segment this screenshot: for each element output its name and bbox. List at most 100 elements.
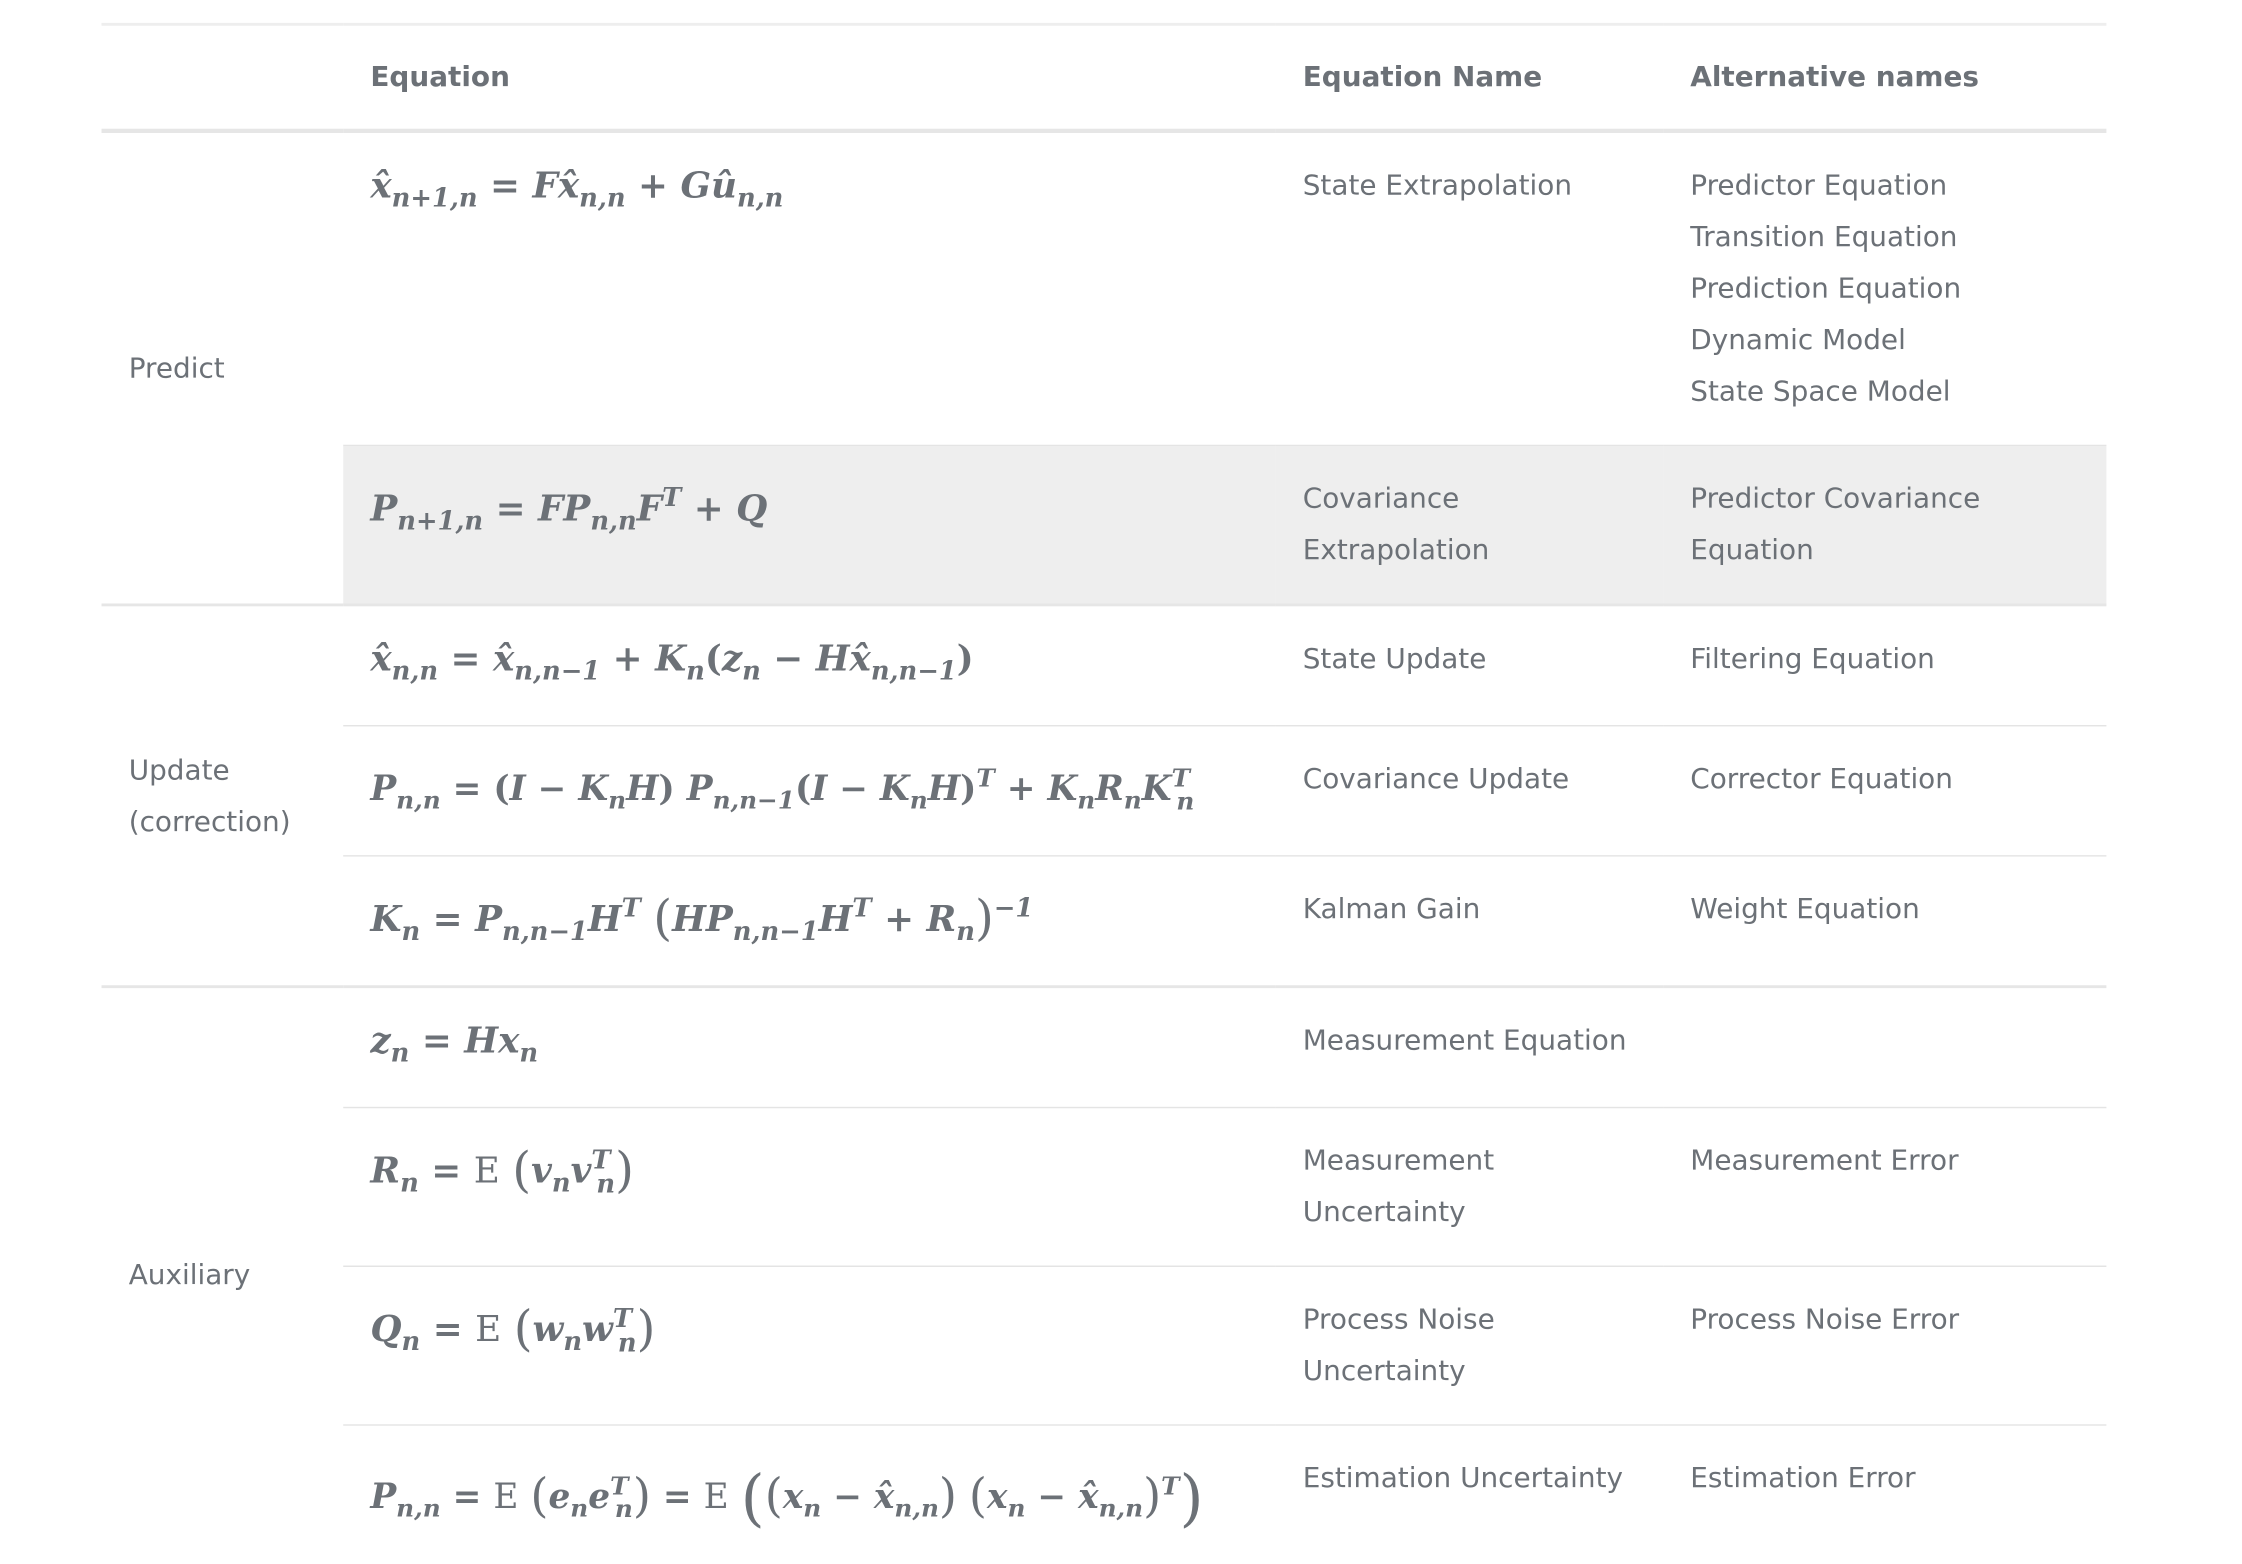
math-subscript: n: [608, 787, 627, 817]
math-symbol: x̂: [370, 637, 392, 680]
equation-name-cell: Covariance Extrapolation: [1275, 445, 1664, 607]
math-paren: ): [956, 637, 974, 680]
math-symbol: F: [532, 164, 558, 206]
math-symbol: x̂: [370, 164, 392, 206]
math-subscript: n,n−1: [514, 656, 601, 687]
alternative-names-cell: Filtering Equation: [1663, 604, 2107, 727]
math-subscript: n,n: [396, 1495, 441, 1525]
table-body: Predict x̂n+1,n = Fx̂n,n + Gûn,n State E…: [101, 130, 2107, 1563]
math-function: E: [493, 1476, 519, 1517]
alternative-name: Dynamic Model: [1690, 323, 1906, 357]
math-subscript: n,n−1: [501, 916, 588, 947]
alternative-name: Predictor Covariance Equation: [1690, 481, 1981, 567]
math-operator: =: [431, 1150, 462, 1192]
math-superscript: T: [1161, 1473, 1180, 1502]
math-superscript: T: [976, 765, 995, 795]
math-paren: (: [512, 1142, 532, 1199]
math-symbol: x̂: [557, 164, 580, 206]
math-operator: +: [693, 487, 724, 529]
page: Equation Equation Name Alternative names…: [0, 0, 2242, 1564]
alternative-name: Process Noise Error: [1690, 1303, 1960, 1337]
math-symbol: K: [879, 767, 910, 810]
math-operator: =: [452, 767, 482, 810]
math-symbol: H: [815, 637, 850, 680]
math-subscript: n: [909, 787, 928, 817]
math-superscript: T: [662, 483, 682, 514]
header-row: Equation Equation Name Alternative names: [101, 24, 2107, 131]
math-paren: ): [938, 1469, 957, 1524]
alternative-names-cell: Estimation Error: [1663, 1425, 2106, 1562]
equation-cell: Rn = E (vnvTn): [343, 1108, 1276, 1268]
alternative-name: State Space Model: [1690, 374, 1951, 408]
math-symbol: Q: [736, 487, 768, 529]
math-subscript: n: [401, 916, 421, 947]
math-operator: +: [1006, 767, 1036, 810]
math-symbol: e: [548, 1475, 571, 1517]
table-row: Kn = Pn,n−1HT (HPn,n−1HT + Rn)−1 Kalman …: [102, 855, 2107, 989]
math-paren: ): [615, 1142, 634, 1199]
math-symbol: G: [680, 164, 712, 206]
alternative-name: Prediction Equation: [1690, 271, 1962, 305]
alternative-name: Transition Equation: [1690, 220, 1958, 254]
equation-name-cell: Process Noise Uncertainty: [1275, 1266, 1664, 1427]
group-label-auxiliary: Auxiliary: [128, 1258, 251, 1292]
alternative-names-cell: Measurement Error: [1663, 1108, 2107, 1268]
math-symbol: H: [672, 897, 706, 940]
math-subscript: n: [803, 1495, 822, 1525]
math-symbol: K: [1047, 767, 1078, 810]
alternative-name: Weight Equation: [1690, 892, 1920, 925]
equation-cell: Kn = Pn,n−1HT (HPn,n−1HT + Rn)−1: [343, 855, 1276, 989]
math-operator: −: [833, 1475, 862, 1517]
math-paren: (: [530, 1469, 549, 1524]
math-subscript: n: [596, 1169, 616, 1200]
alternative-names-cell: Weight Equation: [1663, 855, 2107, 989]
math-subscript: n,n: [579, 183, 626, 214]
header-alternative-names: Alternative names: [1690, 60, 1979, 93]
math-operator: =: [662, 1475, 692, 1517]
math-subscript: n,n: [396, 787, 441, 817]
math-paren: (: [704, 637, 722, 680]
equation-name-cell: State Update: [1275, 604, 1664, 727]
math-subscript: n: [563, 1327, 583, 1358]
math-subscript: n: [400, 1169, 419, 1200]
math-symbol: H: [587, 897, 622, 940]
math-symbol: v: [570, 1150, 592, 1192]
math-paren: ): [1179, 1463, 1204, 1536]
math-symbol: x̂: [849, 637, 871, 680]
math-operator: =: [450, 637, 481, 680]
math-operator: −: [537, 767, 567, 810]
math-symbol: P: [705, 897, 733, 940]
math-symbol: P: [475, 897, 502, 940]
math-superscript: T: [621, 893, 641, 924]
math-symbol: R: [1095, 767, 1124, 810]
alternative-names-cell: Corrector Equation: [1663, 726, 2107, 857]
math-subscript: n: [742, 656, 761, 687]
math-superscript: −1: [993, 893, 1034, 924]
math-symbol: x: [782, 1475, 804, 1517]
math-symbol: x̂: [873, 1475, 895, 1517]
header-equation: Equation: [370, 60, 510, 93]
math-paren: (: [968, 1469, 988, 1524]
math-symbol: û: [711, 164, 738, 206]
math-operator: =: [490, 164, 520, 206]
math-subscript: n: [617, 1327, 637, 1358]
table-row: Predict x̂n+1,n = Fx̂n,n + Gûn,n State E…: [101, 130, 2107, 607]
equation-name-cell: Measurement Equation: [1275, 986, 1664, 1109]
math-operator: −: [839, 767, 868, 810]
math-symbol: R: [370, 1150, 401, 1192]
math-symbol: F: [636, 487, 663, 529]
math-operator: +: [612, 637, 643, 680]
equation-cell: Pn,n = (I − KnH) Pn,n−1(I − KnH)T + KnRn…: [343, 726, 1276, 857]
math-paren: (: [493, 767, 510, 810]
math-symbol: v: [531, 1150, 552, 1192]
math-subscript: n,n−1: [870, 656, 957, 687]
math-symbol: x: [498, 1019, 520, 1062]
math-symbol: K: [578, 767, 609, 810]
math-subscript: n: [390, 1038, 410, 1069]
math-paren: (: [740, 1463, 765, 1536]
math-subscript: n+1,n: [397, 506, 484, 537]
math-symbol: H: [927, 767, 961, 810]
math-subscript: n,n−1: [732, 916, 819, 947]
math-subscript: n: [1077, 787, 1096, 817]
math-paren: ): [960, 767, 977, 810]
